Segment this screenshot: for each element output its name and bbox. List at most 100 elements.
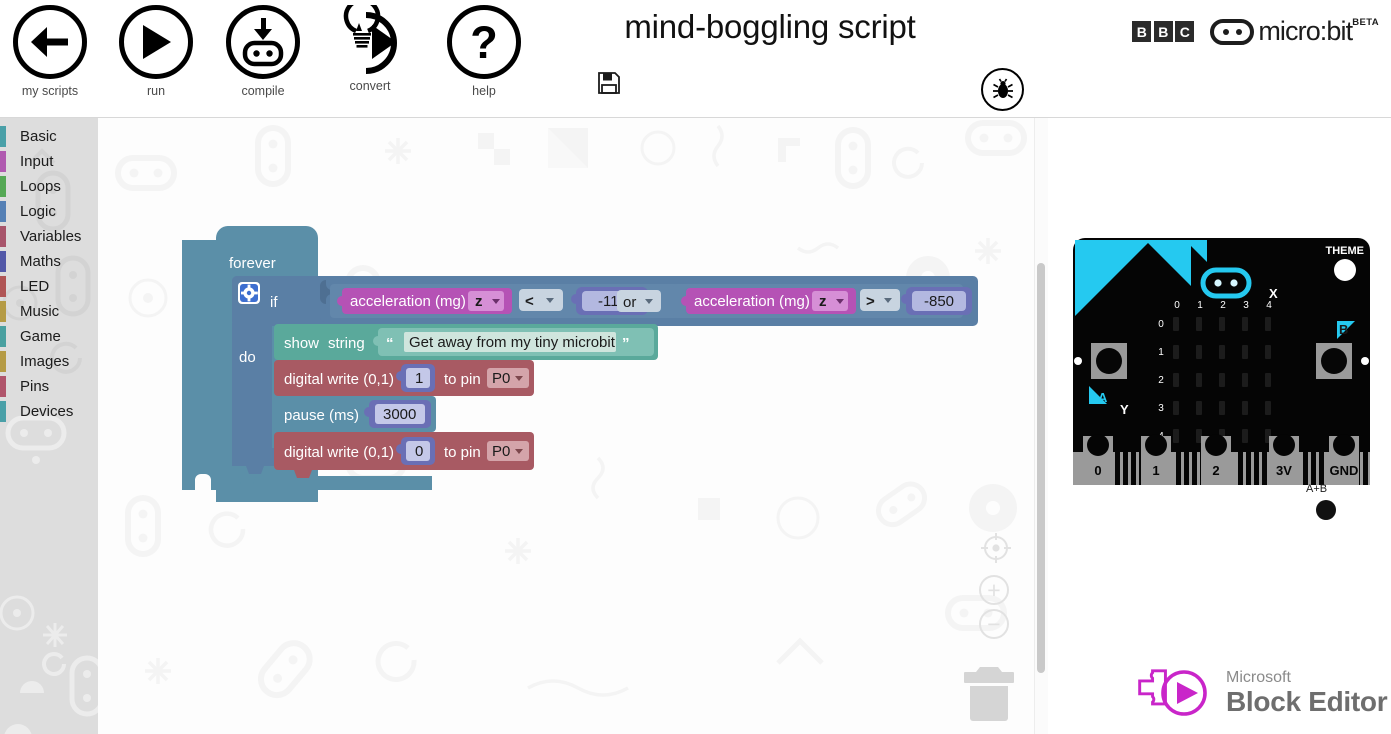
category-list: Basic Input Loops Logic Variables Maths xyxy=(0,124,98,424)
toolbar-run-label: run xyxy=(146,84,166,98)
download-microbit-icon xyxy=(226,5,300,79)
workspace-canvas[interactable]: forever if do acceleration (mg) z < -115… xyxy=(98,118,1048,734)
if-label: if xyxy=(270,294,278,311)
microsoft-label: Microsoft xyxy=(1226,668,1291,686)
block-editor-label: Block Editor xyxy=(1226,685,1388,717)
category-label: Devices xyxy=(20,403,74,420)
microbit-logo: micro:bit BETA xyxy=(1210,16,1379,47)
pause-value[interactable]: 3000 xyxy=(364,400,431,428)
page-title[interactable]: mind-boggling script xyxy=(500,8,1040,46)
pin-dropdown-1[interactable]: P0 xyxy=(487,368,529,388)
digital-write-value-2[interactable]: 0 xyxy=(396,437,435,465)
bbc-logo: B B C xyxy=(1132,21,1195,42)
sidebar-item-led[interactable]: LED xyxy=(0,274,98,299)
sidebar-item-pins[interactable]: Pins xyxy=(0,374,98,399)
row-label-2: 2 xyxy=(1158,375,1164,386)
sidebar-item-variables[interactable]: Variables xyxy=(0,224,98,249)
sidebar-item-music[interactable]: Music xyxy=(0,299,98,324)
zoom-in-button[interactable]: + xyxy=(979,575,1009,605)
acceleration-block-right[interactable]: acceleration (mg) z xyxy=(681,288,856,314)
logic-or-operator[interactable]: or xyxy=(617,290,661,312)
button-a[interactable] xyxy=(1091,343,1127,379)
debug-bug-button[interactable] xyxy=(981,68,1024,111)
gear-settings-icon[interactable] xyxy=(238,282,260,304)
beta-badge: BETA xyxy=(1352,17,1379,28)
pin-label-0: 0 xyxy=(1094,463,1101,478)
col-label-0: 0 xyxy=(1174,300,1180,311)
acceleration-block-left[interactable]: acceleration (mg) z xyxy=(337,288,512,314)
forever-label: forever xyxy=(229,255,276,272)
button-b[interactable] xyxy=(1316,343,1352,379)
sidebar-item-game[interactable]: Game xyxy=(0,324,98,349)
microsoft-block-editor-logo: Microsoft Block Editor xyxy=(1136,668,1388,718)
zoom-out-button[interactable]: − xyxy=(979,609,1009,639)
pin-value-2: P0 xyxy=(492,443,510,460)
category-color-swatch xyxy=(0,151,6,172)
category-label: Logic xyxy=(20,203,56,220)
toolbar-my-scripts-label: my scripts xyxy=(21,84,79,98)
condition-right[interactable]: acceleration (mg) z > -850 xyxy=(673,284,972,318)
block-editor-play-icon xyxy=(1138,669,1207,716)
pin-label-gnd: GND xyxy=(1330,463,1359,478)
microbit-face-icon xyxy=(1210,18,1255,45)
row-label-0: 0 xyxy=(1158,319,1164,330)
toolbar-convert-button[interactable]: convert xyxy=(320,5,420,93)
sidebar-item-logic[interactable]: Logic xyxy=(0,199,98,224)
comparator-symbol-left: < xyxy=(525,293,534,310)
sidebar-item-input[interactable]: Input xyxy=(0,149,98,174)
minus-icon: − xyxy=(987,610,1001,637)
category-color-swatch xyxy=(0,276,6,297)
floppy-disk-save-icon[interactable] xyxy=(596,70,622,96)
to-pin-label-1: to pin xyxy=(444,371,481,388)
category-color-swatch xyxy=(0,351,6,372)
string-value: Get away from my tiny microbit xyxy=(409,334,616,351)
row-label-1: 1 xyxy=(1158,347,1164,358)
microbit-board[interactable]: THEME X Y 0 1 2 3 4 0 1 2 3 A B 0 1 2 3V… xyxy=(1073,238,1370,485)
button-b-label: B xyxy=(1339,322,1348,337)
value-pause: 3000 xyxy=(383,406,416,423)
axis-y-label: Y xyxy=(1120,402,1129,417)
row-label-3: 3 xyxy=(1158,403,1164,414)
value-1: 1 xyxy=(415,370,423,387)
sidebar-item-basic[interactable]: Basic xyxy=(0,124,98,149)
toolbar-help-label: help xyxy=(472,84,496,98)
number-right[interactable]: -850 xyxy=(901,287,972,315)
sidebar-item-maths[interactable]: Maths xyxy=(0,249,98,274)
bbc-letter: B xyxy=(1132,21,1152,42)
toolbar-compile-button[interactable]: compile xyxy=(213,5,313,98)
app-root: my scripts run compile convert ? help mi… xyxy=(0,0,1391,734)
sidebar-item-devices[interactable]: Devices xyxy=(0,399,98,424)
col-label-3: 3 xyxy=(1243,300,1249,311)
col-label-1: 1 xyxy=(1197,300,1203,311)
show-label: show xyxy=(284,335,319,352)
center-canvas-button[interactable] xyxy=(980,532,1012,564)
microbit-wordmark: micro:bit xyxy=(1258,16,1353,46)
toolbar-my-scripts-button[interactable]: my scripts xyxy=(0,5,100,98)
category-sidebar: Basic Input Loops Logic Variables Maths xyxy=(0,118,98,734)
ab-button[interactable] xyxy=(1316,500,1336,520)
sidebar-item-loops[interactable]: Loops xyxy=(0,174,98,199)
plus-icon: + xyxy=(987,576,1001,603)
trash-can-button[interactable] xyxy=(960,663,1018,728)
crosshair-center-icon xyxy=(981,533,1011,563)
quote-close: ” xyxy=(622,335,630,352)
comparator-left[interactable]: < xyxy=(519,289,563,311)
comparator-right[interactable]: > xyxy=(860,289,900,311)
category-label: Loops xyxy=(20,178,61,195)
block-program[interactable]: forever if do acceleration (mg) z < -115… xyxy=(98,118,1048,734)
number-value-right: -850 xyxy=(924,293,954,310)
digital-write-label-1: digital write (0,1) xyxy=(284,371,394,388)
value-2: 0 xyxy=(415,443,423,460)
or-label: or xyxy=(623,294,636,311)
canvas-scrollbar-track[interactable] xyxy=(1034,118,1048,734)
sidebar-item-images[interactable]: Images xyxy=(0,349,98,374)
digital-write-value-1[interactable]: 1 xyxy=(396,364,435,392)
canvas-scrollbar-thumb[interactable] xyxy=(1037,263,1045,673)
category-color-swatch xyxy=(0,226,6,247)
brand-logos: B B C micro:bit BETA xyxy=(1132,16,1379,47)
toolbar-run-button[interactable]: run xyxy=(106,5,206,98)
category-label: Images xyxy=(20,353,70,370)
pin-dropdown-2[interactable]: P0 xyxy=(487,441,529,461)
theme-label: THEME xyxy=(1326,245,1365,257)
theme-toggle-button[interactable] xyxy=(1334,259,1356,281)
